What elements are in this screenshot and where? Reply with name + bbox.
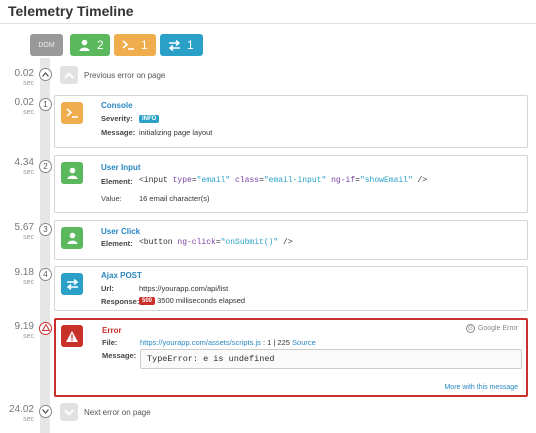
event-time: 9.19 sec (14, 321, 34, 341)
event-marker: 3 (39, 223, 52, 236)
event-time: 4.34 sec (14, 157, 34, 177)
event-card-user-input[interactable]: User Input Element: <input type="email" … (54, 155, 528, 213)
message-label: Message: (102, 351, 137, 360)
filter-console-count: 1 (141, 38, 148, 52)
google-error-link[interactable]: G Google Error (465, 324, 518, 333)
element-code: <input type="email" class="email-input" … (139, 176, 428, 185)
terminal-icon (61, 102, 83, 124)
event-time: 9.18 sec (14, 267, 34, 287)
page-title: Telemetry Timeline (8, 3, 134, 19)
event-marker: 2 (39, 160, 52, 173)
filter-user-button[interactable]: 2 (70, 34, 110, 56)
warning-icon (61, 325, 83, 347)
filter-dom-label: DOM (38, 41, 55, 49)
transfer-icon (61, 273, 83, 295)
timeline-rail (40, 58, 50, 433)
element-label: Element: (101, 177, 133, 186)
more-with-message-link[interactable]: More with this message (444, 384, 518, 391)
severity-label: Severity: (101, 114, 133, 123)
user-icon (61, 162, 83, 184)
severity-badge: INFO (139, 114, 160, 124)
url-value: https://yourapp.com/api/list (139, 284, 229, 293)
event-time: 0.02 sec (14, 97, 34, 117)
file-value: https://yourapp.com/assets/scripts.js : … (140, 338, 316, 347)
previous-error-button[interactable] (60, 66, 78, 84)
response-label: Response: (101, 297, 140, 306)
event-marker: 4 (39, 268, 52, 281)
file-link[interactable]: https://yourapp.com/assets/scripts.js (140, 338, 261, 347)
title-bar: Telemetry Timeline (0, 0, 536, 24)
chevron-down-icon (64, 403, 74, 421)
warning-icon (41, 323, 50, 333)
next-marker (39, 405, 52, 418)
element-label: Element: (101, 239, 133, 248)
file-label: File: (102, 338, 118, 347)
chevron-up-icon (64, 66, 74, 84)
error-message-box: TypeError: e is undefined (140, 349, 522, 369)
status-badge: 500 (139, 297, 156, 306)
filter-user-count: 2 (97, 38, 104, 52)
transfer-icon (167, 39, 181, 51)
event-card-console[interactable]: Console Severity: INFO Message: initiali… (54, 95, 528, 148)
event-card-user-click[interactable]: User Click Element: <button ng-click="on… (54, 220, 528, 260)
filter-network-button[interactable]: 1 (160, 34, 203, 56)
element-code: <button ng-click="onSubmit()" /> (139, 238, 293, 247)
message-value: initializing page layout (139, 128, 213, 137)
event-title: User Click (101, 227, 141, 236)
event-title: Console (101, 101, 133, 110)
previous-marker (39, 68, 52, 81)
terminal-icon (121, 40, 135, 50)
event-marker: 1 (39, 98, 52, 111)
event-time: 5.67 sec (14, 222, 34, 242)
event-title: Ajax POST (101, 271, 142, 280)
value-text: 16 email character(s) (139, 194, 210, 203)
filter-dom-button[interactable]: DOM (30, 34, 63, 56)
event-title: User Input (101, 163, 141, 172)
message-label: Message: (101, 128, 136, 137)
user-icon (61, 227, 83, 249)
url-label: Url: (101, 284, 114, 293)
user-icon (77, 39, 91, 51)
event-title: Error (102, 326, 122, 335)
google-icon: G (465, 324, 475, 333)
event-card-ajax[interactable]: Ajax POST Url: https://yourapp.com/api/l… (54, 266, 528, 311)
filter-console-button[interactable]: 1 (114, 34, 156, 56)
next-time: 24.02 sec (8, 404, 34, 424)
next-error-link[interactable]: Next error on page (84, 408, 151, 417)
next-error-button[interactable] (60, 403, 78, 421)
previous-error-link[interactable]: Previous error on page (84, 71, 165, 80)
previous-time: 0.02 sec (14, 68, 34, 88)
source-link[interactable]: Source (292, 338, 316, 347)
filter-network-count: 1 (187, 38, 194, 52)
value-label: Value: (101, 194, 122, 203)
response-value: 500 3500 milliseconds elapsed (139, 296, 245, 306)
error-marker (39, 322, 52, 335)
event-card-error[interactable]: Error G Google Error File: https://youra… (54, 318, 528, 397)
